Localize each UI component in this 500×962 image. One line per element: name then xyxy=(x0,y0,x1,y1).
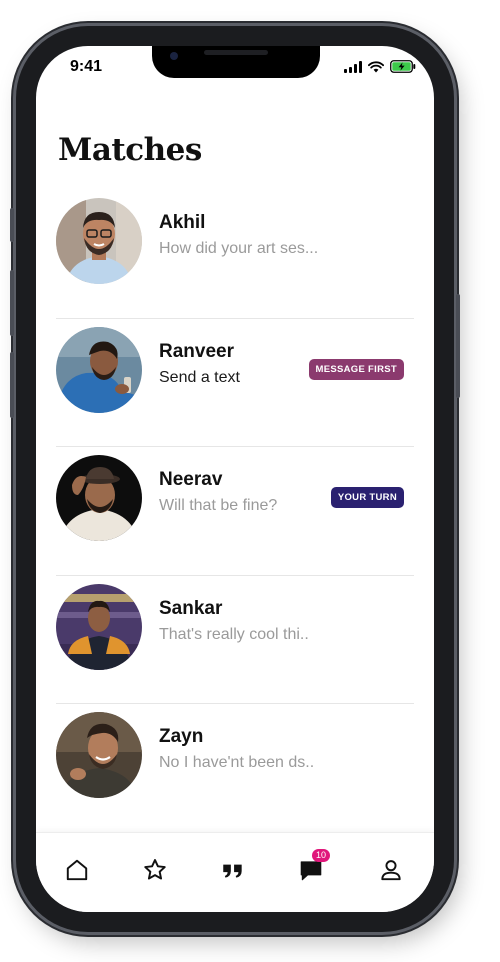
match-name: Zayn xyxy=(159,726,204,747)
mute-switch xyxy=(10,208,14,242)
match-name: Sankar xyxy=(159,597,223,619)
notch xyxy=(152,46,320,78)
status-icons xyxy=(344,60,416,73)
power-button xyxy=(456,294,460,398)
matches-list: Akhil How did your art ses... Ranveer Se… xyxy=(36,190,434,833)
profile-icon xyxy=(381,860,401,881)
wifi-icon xyxy=(368,60,384,72)
status-time: 9:41 xyxy=(70,58,103,75)
avatar[interactable] xyxy=(56,326,142,413)
match-name: Akhil xyxy=(159,212,206,233)
match-row-neerav[interactable]: Neerav Will that be fine? YOUR TURN xyxy=(36,447,434,576)
tab-messages[interactable]: 10 xyxy=(296,849,330,885)
tab-prompts[interactable] xyxy=(218,855,248,885)
tab-profile[interactable] xyxy=(376,855,406,885)
tab-favorites[interactable] xyxy=(140,855,170,885)
match-row-sankar[interactable]: Sankar That's really cool thi.. xyxy=(36,576,434,704)
bottom-tab-bar: 10 xyxy=(36,832,434,912)
cellular-signal-icon xyxy=(344,60,362,73)
message-preview: How did your art ses... xyxy=(159,240,319,257)
battery-charging-icon xyxy=(390,60,416,73)
avatar[interactable] xyxy=(56,712,142,798)
message-preview: That's really cool thi.. xyxy=(159,625,309,643)
volume-down-button xyxy=(10,352,14,418)
speaker-grille xyxy=(204,50,268,55)
star-icon xyxy=(144,859,166,880)
message-first-badge: MESSAGE FIRST xyxy=(308,358,404,380)
volume-up-button xyxy=(10,270,14,336)
match-row-akhil[interactable]: Akhil How did your art ses... xyxy=(36,190,434,319)
app-screen: 9:41 Matches Akhil How did your art ses.… xyxy=(36,46,434,912)
message-preview: Send a text xyxy=(159,368,240,386)
message-preview: No I have'nt been ds.. xyxy=(159,754,315,771)
avatar[interactable] xyxy=(56,455,142,541)
match-name: Ranveer xyxy=(159,340,234,362)
avatar[interactable] xyxy=(56,583,142,670)
home-icon xyxy=(66,859,88,881)
your-turn-badge: YOUR TURN xyxy=(330,487,404,508)
quote-icon xyxy=(223,864,242,878)
match-row-zayn[interactable]: Zayn No I have'nt been ds.. xyxy=(36,704,434,833)
tab-home[interactable] xyxy=(62,855,92,885)
page-title: Matches xyxy=(58,132,202,168)
camera-icon xyxy=(170,52,178,60)
unread-count-badge: 10 xyxy=(312,849,330,862)
match-row-ranveer[interactable]: Ranveer Send a text MESSAGE FIRST xyxy=(36,319,434,447)
avatar[interactable] xyxy=(56,198,142,284)
message-preview: Will that be fine? xyxy=(159,497,278,514)
match-name: Neerav xyxy=(159,469,223,490)
